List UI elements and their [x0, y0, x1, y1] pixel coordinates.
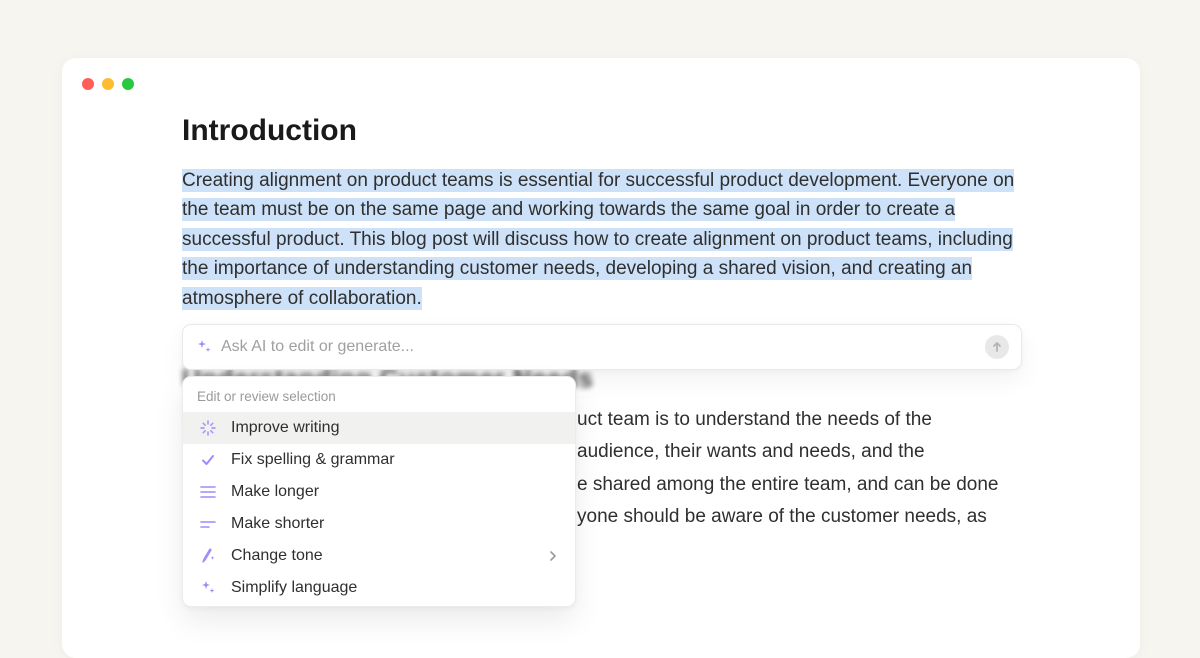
document-heading[interactable]: Introduction [182, 114, 1032, 148]
menu-item-label: Fix spelling & grammar [231, 451, 561, 469]
menu-item-fix-spelling[interactable]: Fix spelling & grammar [183, 444, 575, 476]
menu-item-label: Make longer [231, 483, 561, 501]
ai-menu-section-header: Edit or review selection [183, 383, 575, 412]
menu-item-change-tone[interactable]: Change tone [183, 540, 575, 572]
microphone-sparkle-icon [197, 546, 219, 566]
bg-line: uct team is to understand the needs of t… [577, 404, 1057, 436]
maximize-window-button[interactable] [122, 78, 134, 90]
ai-action-menu: Edit or review selection Impro [182, 376, 576, 607]
ai-send-button[interactable] [985, 335, 1009, 359]
menu-item-label: Change tone [231, 547, 549, 565]
menu-item-make-shorter[interactable]: Make shorter [183, 508, 575, 540]
app-window: Introduction Creating alignment on produ… [62, 58, 1140, 658]
bg-line: yone should be aware of the customer nee… [577, 501, 1057, 533]
bg-line: audience, their wants and needs, and the [577, 436, 1057, 468]
selected-paragraph[interactable]: Creating alignment on product teams is e… [182, 166, 1032, 313]
minimize-window-button[interactable] [102, 78, 114, 90]
bg-line: e shared among the entire team, and can … [577, 469, 1057, 501]
sparkles-icon [197, 578, 219, 598]
check-icon [197, 450, 219, 470]
ai-input-bar[interactable]: Ask AI to edit or generate... [182, 324, 1022, 370]
menu-item-simplify-language[interactable]: Simplify language [183, 572, 575, 604]
ai-input-placeholder: Ask AI to edit or generate... [221, 338, 985, 356]
menu-item-label: Make shorter [231, 515, 561, 533]
menu-item-label: Improve writing [231, 419, 561, 437]
lines-short-icon [197, 514, 219, 534]
background-paragraph: uct team is to understand the needs of t… [577, 404, 1057, 533]
menu-item-label: Simplify language [231, 579, 561, 597]
close-window-button[interactable] [82, 78, 94, 90]
menu-item-make-longer[interactable]: Make longer [183, 476, 575, 508]
menu-item-improve-writing[interactable]: Improve writing [183, 412, 575, 444]
window-controls [82, 78, 134, 90]
ai-sparkle-icon [195, 338, 213, 356]
sparkle-burst-icon [197, 418, 219, 438]
lines-long-icon [197, 482, 219, 502]
document-content: Introduction Creating alignment on produ… [182, 114, 1032, 313]
chevron-right-icon [549, 548, 557, 565]
text-selection: Creating alignment on product teams is e… [182, 169, 1014, 310]
